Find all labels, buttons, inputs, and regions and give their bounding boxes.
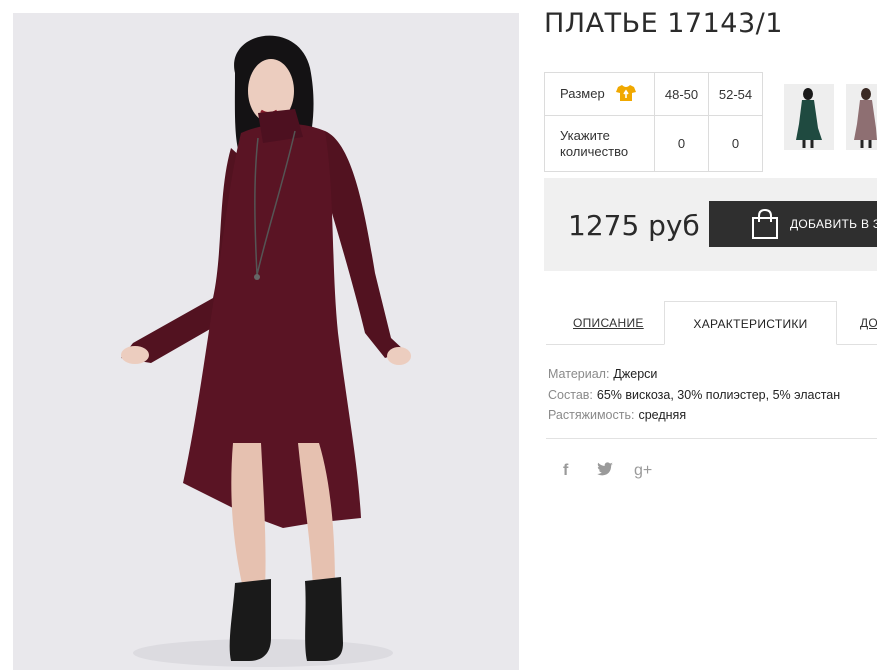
shopping-bag-icon xyxy=(751,208,779,244)
spec-value: средняя xyxy=(638,408,687,422)
characteristics-list: Материал: Джерси Состав: 65% вискоза, 30% … xyxy=(548,364,840,426)
price: 1275 руб xyxy=(568,209,700,242)
facebook-icon[interactable]: f xyxy=(563,462,568,480)
quantity-input-1[interactable]: 0 xyxy=(654,115,709,172)
tab-description[interactable]: ОПИСАНИЕ xyxy=(573,301,644,345)
spec-key: Материал: xyxy=(548,367,610,381)
purchase-panel: 1275 руб ДОБАВИТЬ В З xyxy=(544,178,877,271)
product-title: ПЛАТЬЕ 17143/1 xyxy=(544,8,783,39)
product-main-photo[interactable] xyxy=(13,13,519,670)
size-label: Размер xyxy=(560,85,605,101)
google-plus-icon[interactable]: g+ xyxy=(634,462,652,480)
spec-row-composition: Состав: 65% вискоза, 30% полиэстер, 5% эл… xyxy=(548,385,840,406)
size-option-2[interactable]: 52-54 xyxy=(708,72,763,116)
size-option-1[interactable]: 48-50 xyxy=(654,72,709,116)
size-quantity-table: Размер 48-50 52-54 Укажите количество 0 … xyxy=(544,72,763,172)
size-chart-tshirt-icon[interactable] xyxy=(616,84,637,105)
add-to-cart-button[interactable]: ДОБАВИТЬ В З xyxy=(709,201,877,247)
tab-characteristics[interactable]: ХАРАКТЕРИСТИКИ xyxy=(664,301,837,345)
divider xyxy=(546,438,877,439)
dress-model-illustration xyxy=(13,13,519,670)
spec-row-stretch: Растяжимость: средняя xyxy=(548,405,840,426)
spec-value: Джерси xyxy=(613,367,658,381)
quantity-input-2[interactable]: 0 xyxy=(708,115,763,172)
tab-additional[interactable]: ДО xyxy=(860,301,877,345)
product-thumbnail-green[interactable] xyxy=(784,84,834,150)
quantity-label: Укажите количество xyxy=(544,115,655,172)
spec-row-material: Материал: Джерси xyxy=(548,364,840,385)
twitter-icon[interactable]: t xyxy=(597,462,613,481)
product-thumbnail-mauve[interactable] xyxy=(846,84,877,150)
spec-key: Состав: xyxy=(548,387,593,402)
add-to-cart-label: ДОБАВИТЬ В З xyxy=(790,217,877,231)
spec-value: 65% вискоза, 30% полиэстер, 5% эластан xyxy=(596,387,841,402)
size-label-cell: Размер xyxy=(544,72,655,116)
spec-key: Растяжимость: xyxy=(548,408,635,422)
